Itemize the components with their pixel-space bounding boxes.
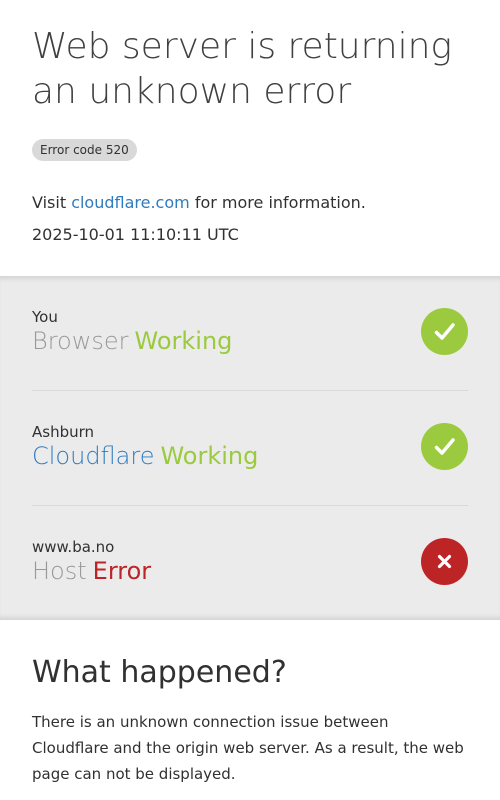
cloudflare-link[interactable]: cloudflare.com <box>71 193 190 212</box>
cross-icon <box>421 538 468 585</box>
status-location: You <box>32 308 58 326</box>
status-state: Working <box>160 442 259 470</box>
status-location: Ashburn <box>32 423 95 441</box>
status-state: Working <box>134 327 233 355</box>
timestamp: 2025-10-01 11:10:11 UTC <box>32 225 239 244</box>
status-state: Error <box>92 557 152 585</box>
checkmark-icon <box>421 308 468 355</box>
visit-prefix: Visit <box>32 193 72 212</box>
service-name: Cloudflare <box>32 442 155 470</box>
visit-suffix: for more information. <box>189 193 366 212</box>
service-name: Browser <box>32 327 129 355</box>
service-name: Host <box>32 557 87 585</box>
page-title: Web server is returning an unknown error <box>32 26 453 112</box>
service-line: Host Error <box>32 556 151 586</box>
error-header: Web server is returning an unknown error… <box>0 0 500 276</box>
error-code-badge: Error code 520 <box>32 139 137 161</box>
status-row-browser: You Browser Working <box>0 276 500 391</box>
status-row-host: www.ba.no Host Error <box>0 506 500 621</box>
what-happened-text: There is an unknown connection issue bet… <box>32 713 464 783</box>
what-happened-heading: What happened? <box>32 655 287 690</box>
status-panel: You Browser Working Ashburn Cloudflare Wor… <box>0 276 500 620</box>
what-happened-section: What happened? There is an unknown conne… <box>0 620 500 800</box>
service-line: Cloudflare Working <box>32 441 258 471</box>
status-row-cloudflare: Ashburn Cloudflare Working <box>0 391 500 506</box>
visit-line: Visit cloudflare.com for more informatio… <box>32 192 366 214</box>
status-location: www.ba.no <box>32 538 115 556</box>
checkmark-icon <box>421 423 468 470</box>
service-line: Browser Working <box>32 326 232 356</box>
